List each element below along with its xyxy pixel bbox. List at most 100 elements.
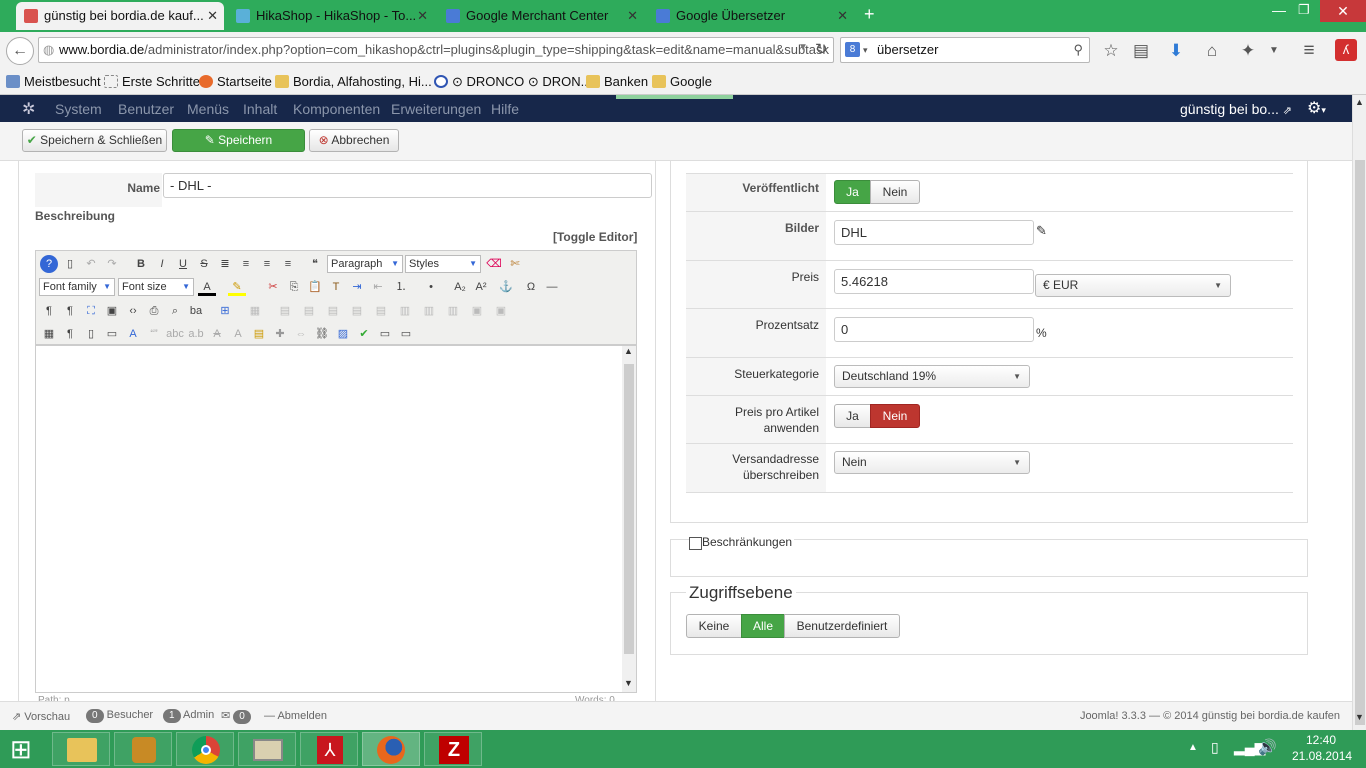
underline-icon[interactable]: U: [174, 255, 192, 273]
pagebreak-icon[interactable]: ▭: [376, 325, 394, 343]
del-icon[interactable]: A: [208, 325, 226, 343]
eraser-icon[interactable]: ⌫: [485, 255, 503, 273]
bold-icon[interactable]: B: [132, 255, 150, 273]
menu-hilfe[interactable]: Hilfe: [491, 101, 519, 117]
acronym-icon[interactable]: a.b: [187, 325, 205, 343]
override-address-select[interactable]: Nein ▼: [834, 451, 1030, 474]
ins-icon[interactable]: A: [229, 325, 247, 343]
addon-icon[interactable]: ✦: [1238, 41, 1258, 61]
logout-link[interactable]: — Abmelden: [264, 710, 327, 722]
horizontal-rule-icon[interactable]: —: [543, 278, 561, 296]
minimize-icon[interactable]: —: [1272, 2, 1286, 18]
tab-close-icon[interactable]: ✕: [417, 2, 428, 30]
merge-cells-icon[interactable]: ▣: [468, 302, 486, 320]
move-layer-icon[interactable]: ⇔: [292, 325, 310, 343]
per-item-yes-button[interactable]: Ja: [834, 404, 871, 428]
insert-layer-icon[interactable]: ✚: [271, 325, 289, 343]
tab-close-icon[interactable]: ✕: [207, 2, 218, 30]
editor-content-area[interactable]: ▲ ▼: [35, 345, 637, 693]
outdent-icon[interactable]: ⇤: [369, 278, 387, 296]
new-tab-button[interactable]: +: [864, 4, 875, 25]
readmore-icon[interactable]: ▭: [397, 325, 415, 343]
editor-scrollbar[interactable]: ▲ ▼: [622, 346, 636, 692]
scroll-up-icon[interactable]: ▲: [1355, 97, 1364, 107]
visual-chars-icon[interactable]: ¶: [61, 325, 79, 343]
image-icon[interactable]: ▨: [334, 325, 352, 343]
clock-time[interactable]: 12:40: [1306, 733, 1336, 747]
align-right-icon[interactable]: ≡: [279, 255, 297, 273]
window-close-icon[interactable]: ✕: [1320, 0, 1366, 22]
editor-scroll-thumb[interactable]: [624, 364, 634, 654]
style-props-icon[interactable]: ▭: [103, 325, 121, 343]
images-input[interactable]: DHL: [834, 220, 1034, 245]
menu-benutzer[interactable]: Benutzer: [118, 101, 174, 117]
addon-dropdown-icon[interactable]: ▼: [1264, 41, 1284, 61]
messages-indicator[interactable]: ✉ 0: [221, 709, 251, 724]
maximize-icon[interactable]: ❐: [1298, 2, 1310, 18]
spellcheck-icon[interactable]: ✔: [355, 325, 373, 343]
replace-icon[interactable]: ba: [187, 302, 205, 320]
tab-merchant-center[interactable]: Google Merchant Center ✕: [438, 2, 644, 30]
tab-bordia[interactable]: günstig bei bordia.de kauf... ✕: [16, 2, 224, 30]
bookmark-dronco[interactable]: ⊙ DRONCO ⊙ DRON...: [434, 74, 592, 90]
redo-icon[interactable]: ↷: [103, 255, 121, 273]
page-scroll-thumb[interactable]: [1355, 160, 1365, 725]
taskbar-acrobat[interactable]: ⅄: [300, 732, 358, 766]
avira-icon[interactable]: ʎ: [1335, 39, 1357, 61]
published-no-button[interactable]: Nein: [870, 180, 920, 204]
clock-date[interactable]: 21.08.2014: [1292, 749, 1352, 763]
edit-pencil-icon[interactable]: ✎: [1036, 223, 1047, 239]
styles-icon[interactable]: A: [124, 325, 142, 343]
row-props-icon[interactable]: ▤: [348, 302, 366, 320]
indent-icon[interactable]: ⇥: [348, 278, 366, 296]
preview-icon[interactable]: ▣: [103, 302, 121, 320]
volume-icon[interactable]: 🔊: [1258, 738, 1277, 756]
taskbar-app2[interactable]: [114, 732, 172, 766]
tax-category-select[interactable]: Deutschland 19% ▼: [834, 365, 1030, 388]
menu-komponenten[interactable]: Komponenten: [293, 101, 380, 117]
url-dropdown-icon[interactable]: ▼: [798, 42, 808, 53]
percent-input[interactable]: 0: [834, 317, 1034, 342]
cut-icon[interactable]: ✂: [264, 278, 282, 296]
published-yes-button[interactable]: Ja: [834, 180, 871, 204]
col-delete-icon[interactable]: ▥: [444, 302, 462, 320]
align-left-icon[interactable]: ≡: [258, 255, 276, 273]
blockquote-icon[interactable]: ❝: [306, 255, 324, 273]
font-family-select[interactable]: Font family ▼: [39, 278, 115, 296]
link-icon[interactable]: ⛓: [313, 325, 331, 343]
bookmark-banken[interactable]: Banken: [586, 74, 648, 89]
page-scrollbar[interactable]: ▲ ▼: [1352, 95, 1366, 730]
table-icon[interactable]: ⊞: [216, 302, 234, 320]
scroll-down-icon[interactable]: ▼: [1355, 712, 1364, 722]
search-icon[interactable]: ⚲: [1073, 38, 1083, 62]
new-document-icon[interactable]: ▯: [61, 255, 79, 273]
url-bar[interactable]: ◍ www.bordia.de/administrator/index.php?…: [38, 37, 834, 63]
access-all-button[interactable]: Alle: [741, 614, 785, 638]
save-button[interactable]: ✎ Speichern: [172, 129, 305, 152]
copy-icon[interactable]: ⎘: [285, 278, 303, 296]
taskbar-explorer[interactable]: [52, 732, 110, 766]
preview-link[interactable]: ⇗ Vorschau: [12, 710, 70, 723]
tray-expand-icon[interactable]: ▲: [1188, 742, 1198, 753]
scroll-down-icon[interactable]: ▼: [624, 678, 633, 688]
anchor-icon[interactable]: ⚓: [497, 278, 515, 296]
joomla-logo-icon[interactable]: ✲: [22, 99, 35, 119]
paste-text-icon[interactable]: T: [327, 278, 345, 296]
bookmark-google[interactable]: Google: [652, 74, 712, 89]
fullscreen-icon[interactable]: ⛶: [82, 302, 100, 320]
paragraph-select[interactable]: Paragraph ▼: [327, 255, 403, 273]
cite-icon[interactable]: “”: [145, 325, 163, 343]
styles-select[interactable]: Styles ▼: [405, 255, 481, 273]
access-none-button[interactable]: Keine: [686, 614, 742, 638]
special-char-icon[interactable]: Ω: [522, 278, 540, 296]
per-item-no-button[interactable]: Nein: [870, 404, 920, 428]
save-close-button[interactable]: ✔ Speichern & Schließen: [22, 129, 167, 152]
subscript-icon[interactable]: A₂: [451, 278, 469, 296]
print-icon[interactable]: ⎙: [145, 302, 163, 320]
split-cells-icon[interactable]: ▣: [492, 302, 510, 320]
highlight-icon[interactable]: ✎: [228, 278, 246, 296]
taskbar-firefox[interactable]: [362, 732, 420, 766]
tab-close-icon[interactable]: ✕: [837, 2, 848, 30]
text-color-icon[interactable]: A: [198, 278, 216, 296]
tab-hikashop[interactable]: HikaShop - HikaShop - To... ✕: [228, 2, 434, 30]
